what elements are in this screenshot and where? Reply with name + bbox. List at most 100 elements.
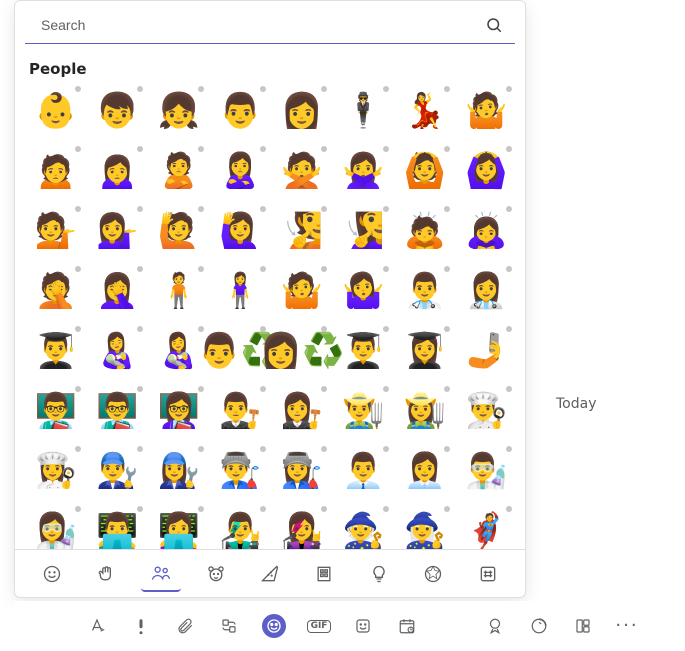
emoji-cell[interactable]: 🧏	[275, 204, 329, 258]
attach-button[interactable]	[174, 615, 196, 637]
emoji-cell[interactable]: 🙋	[152, 204, 206, 258]
emoji-glyph: 🙎	[158, 154, 200, 188]
priority-button[interactable]	[130, 615, 152, 637]
emoji-cell[interactable]: 👩‍🔧	[152, 444, 206, 498]
emoji-cell[interactable]: 🙋‍♀️	[214, 204, 268, 258]
emoji-cell[interactable]: 🙆	[398, 144, 452, 198]
emoji-cell[interactable]: 🤦‍♀️	[91, 264, 145, 318]
emoji-grid-scroll[interactable]: 👶👦👧👨👩🕴️💃🤷🙍🙍‍♀️🙎🙎‍♀️🙅🙅‍♀️🙆🙆‍♀️💁💁‍♀️🙋🙋‍♀️🧏…	[15, 84, 525, 549]
emoji-cell[interactable]: 🙅‍♀️	[337, 144, 391, 198]
symbols-tab[interactable]	[468, 556, 508, 592]
skin-tone-dot	[75, 386, 81, 392]
emoji-cell[interactable]: 👩‍🏭	[275, 444, 329, 498]
emoji-cell[interactable]: 👩‍🌾	[398, 384, 452, 438]
loop-button[interactable]	[218, 615, 240, 637]
emoji-cell[interactable]: 👩‍🎤	[275, 504, 329, 549]
emoji-cell[interactable]: 👩‍💼	[398, 444, 452, 498]
skin-tone-dot	[321, 146, 327, 152]
emoji-cell[interactable]: 🙎‍♀️	[214, 144, 268, 198]
emoji-glyph: 👩‍🎓	[404, 334, 446, 368]
emoji-cell[interactable]: 🧏‍♀️	[337, 204, 391, 258]
emoji-cell[interactable]: 👨‍🔬	[460, 444, 514, 498]
emoji-cell[interactable]: 👦	[91, 84, 145, 138]
more-button[interactable]: ···	[616, 615, 638, 637]
emoji-cell[interactable]: 👨‍🏭	[214, 444, 268, 498]
emoji-cell[interactable]: 🙅	[275, 144, 329, 198]
sticker-button[interactable]	[352, 615, 374, 637]
emoji-cell[interactable]: 💁‍♀️	[91, 204, 145, 258]
emoji-cell[interactable]: 🤦	[29, 264, 83, 318]
emoji-cell[interactable]: 🤷	[275, 264, 329, 318]
emoji-cell[interactable]: 🙇‍♀️	[460, 204, 514, 258]
emoji-cell[interactable]: 🤷	[460, 84, 514, 138]
emoji-cell[interactable]: 👩	[275, 84, 329, 138]
emoji-cell[interactable]: 👩‍🎓	[398, 324, 452, 378]
emoji-cell[interactable]: 👨‍💻	[91, 504, 145, 549]
emoji-cell[interactable]: 👨‍🎓	[337, 324, 391, 378]
emoji-cell[interactable]: 👩‍♻️	[275, 324, 329, 378]
apps-button[interactable]	[572, 615, 594, 637]
stream-button[interactable]	[440, 615, 462, 637]
emoji-cell[interactable]: 👨‍💼	[337, 444, 391, 498]
emoji-cell[interactable]: 🧙‍♀️	[398, 504, 452, 549]
travel-tab[interactable]	[304, 556, 344, 592]
emoji-button[interactable]	[262, 614, 286, 638]
emoji-cell[interactable]: 🧍	[152, 264, 206, 318]
viva-button[interactable]	[528, 615, 550, 637]
emoji-cell[interactable]: 👨	[214, 84, 268, 138]
emoji-cell[interactable]: 💃	[398, 84, 452, 138]
emoji-glyph: 🧏‍♀️	[342, 214, 384, 248]
emoji-glyph: 👩‍🔬	[35, 514, 77, 548]
food-tab[interactable]	[250, 556, 290, 592]
emoji-cell[interactable]: 🙍	[29, 144, 83, 198]
emoji-cell[interactable]: 👩‍🔬	[29, 504, 83, 549]
activities-tab[interactable]	[413, 556, 453, 592]
emoji-glyph: 👧	[158, 94, 200, 128]
emoji-cell[interactable]: 👩‍⚖️	[275, 384, 329, 438]
emoji-cell[interactable]: 👨‍🏫	[91, 384, 145, 438]
emoji-cell[interactable]: 👨‍🏫	[29, 384, 83, 438]
emoji-cell[interactable]: 👧	[152, 84, 206, 138]
emoji-glyph: 🧙	[342, 514, 384, 548]
emoji-cell[interactable]: 🧙	[337, 504, 391, 549]
emoji-cell[interactable]: 🙍‍♀️	[91, 144, 145, 198]
hand-gestures-tab[interactable]	[87, 556, 127, 592]
emoji-cell[interactable]: 🙇	[398, 204, 452, 258]
emoji-cell[interactable]: 👩‍💻	[152, 504, 206, 549]
schedule-button[interactable]	[396, 615, 418, 637]
approvals-button[interactable]	[484, 615, 506, 637]
emoji-cell[interactable]: 💁	[29, 204, 83, 258]
skin-tone-dot	[198, 146, 204, 152]
objects-tab[interactable]	[359, 556, 399, 592]
search-icon[interactable]	[485, 16, 503, 34]
emoji-cell[interactable]: 👩‍🍼	[91, 324, 145, 378]
gif-button[interactable]: GIF	[308, 615, 330, 637]
emoji-cell[interactable]: 🦸	[460, 504, 514, 549]
animals-tab[interactable]	[196, 556, 236, 592]
emoji-cell[interactable]: 🤳	[460, 324, 514, 378]
emoji-cell[interactable]: 🙆‍♀️	[460, 144, 514, 198]
emoji-cell[interactable]: 🕴️	[337, 84, 391, 138]
emoji-cell[interactable]: 👨‍⚕️	[398, 264, 452, 318]
emoji-cell[interactable]: 👨‍🔧	[91, 444, 145, 498]
emoji-cell[interactable]: 🧍‍♀️	[214, 264, 268, 318]
emoji-cell[interactable]: 🙎	[152, 144, 206, 198]
skin-tone-dot	[75, 86, 81, 92]
emoji-cell[interactable]: 👨‍🎓	[29, 324, 83, 378]
emoji-cell[interactable]: 👩‍🏫	[152, 384, 206, 438]
smileys-tab[interactable]	[32, 556, 72, 592]
emoji-cell[interactable]: 👨‍🌾	[337, 384, 391, 438]
emoji-cell[interactable]: 👨‍🎤	[214, 504, 268, 549]
search-input[interactable]	[37, 9, 485, 41]
format-button[interactable]	[86, 615, 108, 637]
skin-tone-dot	[137, 206, 143, 212]
emoji-glyph: 👩‍⚕️	[465, 274, 507, 308]
emoji-glyph: 🤷	[281, 274, 323, 308]
emoji-cell[interactable]: 👨‍⚖️	[214, 384, 268, 438]
emoji-cell[interactable]: 👶	[29, 84, 83, 138]
emoji-cell[interactable]: 👨‍🍳	[460, 384, 514, 438]
emoji-cell[interactable]: 🤷‍♀️	[337, 264, 391, 318]
emoji-cell[interactable]: 👩‍🍳	[29, 444, 83, 498]
emoji-cell[interactable]: 👩‍⚕️	[460, 264, 514, 318]
people-tab[interactable]	[141, 556, 181, 592]
